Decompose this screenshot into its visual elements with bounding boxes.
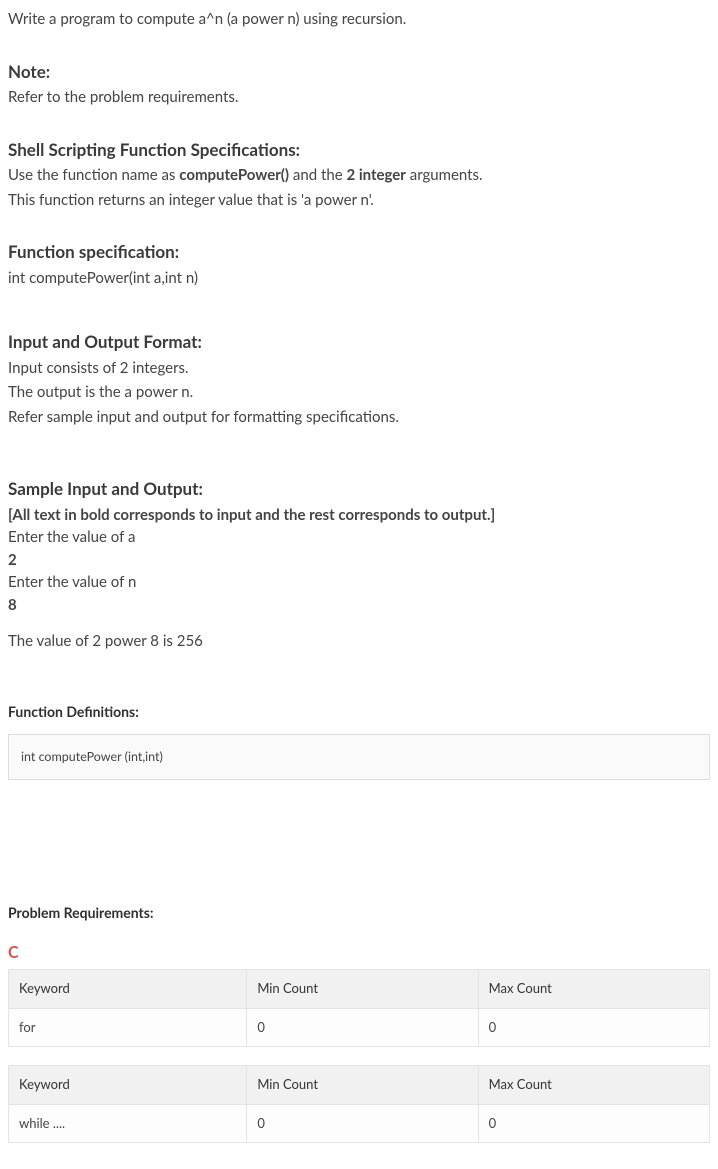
func-defs-section: Function Definitions: int computePower (… bbox=[8, 701, 710, 781]
sample-value-a: 2 bbox=[8, 549, 710, 572]
cell-keyword: while .... bbox=[9, 1104, 247, 1143]
shell-spec-line1: Use the function name as computePower() … bbox=[8, 164, 710, 187]
cell-keyword: for bbox=[9, 1008, 247, 1047]
requirements-table-1: Keyword Min Count Max Count for 0 0 bbox=[8, 969, 710, 1047]
cell-max: 0 bbox=[478, 1008, 709, 1047]
shell-spec-l1-pre: Use the function name as bbox=[8, 166, 179, 184]
cell-min: 0 bbox=[247, 1008, 478, 1047]
func-defs-heading: Function Definitions: bbox=[8, 701, 710, 722]
col-max-count: Max Count bbox=[478, 970, 709, 1009]
shell-spec-args: 2 integer bbox=[346, 166, 405, 184]
col-min-count: Min Count bbox=[247, 1066, 478, 1105]
requirements-table-2: Keyword Min Count Max Count while .... 0… bbox=[8, 1065, 710, 1143]
language-label: C bbox=[8, 941, 710, 967]
io-format-section: Input and Output Format: Input consists … bbox=[8, 329, 710, 428]
col-keyword: Keyword bbox=[9, 1066, 247, 1105]
cell-min: 0 bbox=[247, 1104, 478, 1143]
sample-prompt-a: Enter the value of a bbox=[8, 526, 710, 549]
io-format-l3: Refer sample input and output for format… bbox=[8, 406, 710, 429]
func-defs-code: int computePower (int,int) bbox=[8, 734, 710, 781]
note-heading: Note: bbox=[8, 59, 710, 85]
table-row: for 0 0 bbox=[9, 1008, 710, 1047]
table-header-row: Keyword Min Count Max Count bbox=[9, 1066, 710, 1105]
problem-requirements-heading: Problem Requirements: bbox=[8, 902, 710, 923]
cell-max: 0 bbox=[478, 1104, 709, 1143]
sample-result: The value of 2 power 8 is 256 bbox=[8, 630, 710, 653]
func-spec-signature: int computePower(int a,int n) bbox=[8, 267, 710, 290]
shell-spec-heading: Shell Scripting Function Specifications: bbox=[8, 137, 710, 163]
col-max-count: Max Count bbox=[478, 1066, 709, 1105]
table-header-row: Keyword Min Count Max Count bbox=[9, 970, 710, 1009]
shell-spec-section: Shell Scripting Function Specifications:… bbox=[8, 137, 710, 212]
sample-value-n: 8 bbox=[8, 594, 710, 617]
io-format-l1: Input consists of 2 integers. bbox=[8, 357, 710, 380]
col-min-count: Min Count bbox=[247, 970, 478, 1009]
note-section: Note: Refer to the problem requirements. bbox=[8, 59, 710, 109]
sample-prompt-n: Enter the value of n bbox=[8, 571, 710, 594]
col-keyword: Keyword bbox=[9, 970, 247, 1009]
func-spec-section: Function specification: int computePower… bbox=[8, 239, 710, 289]
problem-intro: Write a program to compute a^n (a power … bbox=[8, 8, 710, 31]
sample-io-section: Sample Input and Output: [All text in bo… bbox=[8, 476, 710, 653]
shell-spec-fn-name: computePower() bbox=[179, 166, 289, 184]
io-format-l2: The output is the a power n. bbox=[8, 381, 710, 404]
table-row: while .... 0 0 bbox=[9, 1104, 710, 1143]
shell-spec-l1-mid: and the bbox=[289, 166, 346, 184]
shell-spec-line2: This function returns an integer value t… bbox=[8, 189, 710, 212]
note-text: Refer to the problem requirements. bbox=[8, 86, 710, 109]
sample-io-heading: Sample Input and Output: bbox=[8, 476, 710, 502]
io-format-heading: Input and Output Format: bbox=[8, 329, 710, 355]
sample-io-note: [All text in bold corresponds to input a… bbox=[8, 504, 710, 527]
problem-requirements-section: Problem Requirements: C Keyword Min Coun… bbox=[8, 902, 710, 1143]
shell-spec-l1-post: arguments. bbox=[406, 166, 483, 184]
func-spec-heading: Function specification: bbox=[8, 239, 710, 265]
